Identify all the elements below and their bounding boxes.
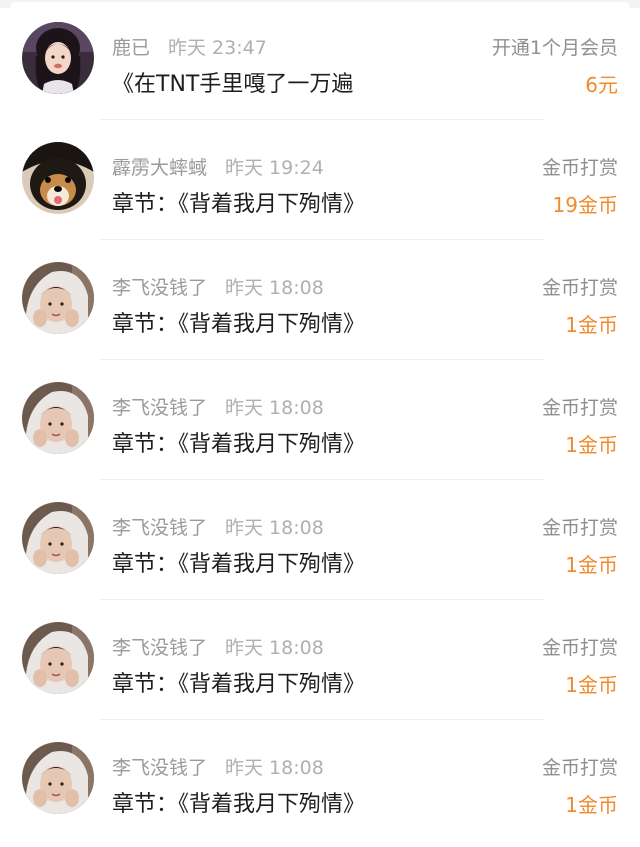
username-text: 李飞没钱了 [112,637,208,659]
hooded-boy-avatar[interactable] [22,622,94,694]
amount-value: 1金币 [565,673,618,697]
timestamp: 昨天 18:08 [225,517,324,539]
action-label: 金币打赏 [541,637,618,659]
amount-value: 19金币 [552,193,618,217]
timestamp: 昨天 18:08 [225,277,324,299]
item-title: 章节：《背着我月下殉情》 [112,432,366,457]
hooded-boy-avatar[interactable] [22,382,94,454]
username-text: 李飞没钱了 [112,397,208,419]
list-item[interactable]: 李飞没钱了 昨天 18:08 章节：《背着我月下殉情》 金币打赏 1金币 [0,600,640,720]
list-item[interactable]: 李飞没钱了 昨天 18:08 章节：《背着我月下殉情》 金币打赏 1金币 [0,720,640,840]
action-label: 开通1个月会员 [491,37,618,59]
item-title: 章节：《背着我月下殉情》 [112,672,366,697]
username[interactable]: 李飞没钱了 昨天 18:08 [112,754,324,782]
amount-value: 1金币 [565,313,618,337]
list-item[interactable]: 李飞没钱了 昨天 18:08 章节：《背着我月下殉情》 金币打赏 1金币 [0,360,640,480]
timestamp: 昨天 18:08 [225,637,324,659]
item-title: 章节：《背着我月下殉情》 [112,552,366,577]
timestamp: 昨天 18:08 [225,757,324,779]
action-label: 金币打赏 [541,157,618,179]
timestamp: 昨天 19:24 [225,157,324,179]
action-label: 金币打赏 [541,517,618,539]
timestamp: 昨天 18:08 [225,397,324,419]
timestamp: 昨天 23:47 [168,37,267,59]
action-label: 金币打赏 [541,757,618,779]
username[interactable]: 李飞没钱了 昨天 18:08 [112,634,324,662]
action-label: 金币打赏 [541,397,618,419]
girl-avatar[interactable] [22,22,94,94]
username[interactable]: 霹雳大蟀蜮 昨天 19:24 [112,154,324,182]
amount-value: 6元 [585,73,618,97]
item-title: 章节：《背着我月下殉情》 [112,792,366,817]
username-text: 李飞没钱了 [112,757,208,779]
hooded-boy-avatar[interactable] [22,742,94,814]
amount-value: 1金币 [565,553,618,577]
item-title: 章节：《背着我月下殉情》 [112,192,366,217]
username[interactable]: 鹿已 昨天 23:47 [112,34,267,62]
username[interactable]: 李飞没钱了 昨天 18:08 [112,514,324,542]
item-title: 《在TNT手里嘎了一万遍 [112,72,354,97]
action-label: 金币打赏 [541,277,618,299]
username[interactable]: 李飞没钱了 昨天 18:08 [112,394,324,422]
amount-value: 1金币 [565,793,618,817]
amount-value: 1金币 [565,433,618,457]
hooded-boy-avatar[interactable] [22,262,94,334]
username[interactable]: 李飞没钱了 昨天 18:08 [112,274,324,302]
list-item[interactable]: 李飞没钱了 昨天 18:08 章节：《背着我月下殉情》 金币打赏 1金币 [0,480,640,600]
dog-avatar[interactable] [22,142,94,214]
hooded-boy-avatar[interactable] [22,502,94,574]
username-text: 霹雳大蟀蜮 [112,157,208,179]
username-text: 李飞没钱了 [112,517,208,539]
username-text: 李飞没钱了 [112,277,208,299]
list-item[interactable]: 霹雳大蟀蜮 昨天 19:24 章节：《背着我月下殉情》 金币打赏 19金币 [0,120,640,240]
username-text: 鹿已 [112,37,151,59]
list-item[interactable]: 李飞没钱了 昨天 18:08 章节：《背着我月下殉情》 金币打赏 1金币 [0,240,640,360]
item-title: 章节：《背着我月下殉情》 [112,312,366,337]
list-item[interactable]: 鹿已 昨天 23:47 《在TNT手里嘎了一万遍 开通1个月会员 6元 [0,0,640,120]
